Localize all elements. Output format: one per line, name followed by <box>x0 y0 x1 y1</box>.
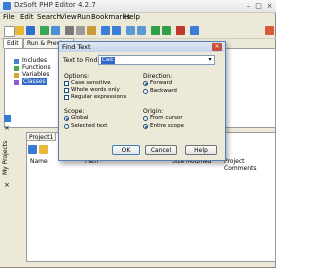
functions-icon <box>14 66 19 71</box>
menu-edit[interactable]: Edit <box>20 13 34 21</box>
undo-icon[interactable] <box>101 26 110 35</box>
backward-radio[interactable] <box>143 89 148 94</box>
stop-icon[interactable] <box>176 26 185 35</box>
menu-search[interactable]: Search <box>37 13 61 21</box>
forward-radio[interactable] <box>143 81 148 86</box>
direction-heading: Direction: <box>143 73 173 80</box>
minimize-icon[interactable]: – <box>244 2 253 10</box>
classes-icon <box>14 80 19 85</box>
close-icon[interactable]: × <box>212 43 222 51</box>
preview-icon[interactable] <box>162 26 171 35</box>
origin-heading: Origin: <box>143 108 164 115</box>
ok-button[interactable]: OK <box>112 145 140 155</box>
paste-icon[interactable] <box>87 26 96 35</box>
menu-file[interactable]: File <box>3 13 15 21</box>
dialog-title-bar: Find Text × <box>59 42 225 52</box>
includes-icon <box>14 59 19 64</box>
from-cursor-radio[interactable] <box>143 116 148 121</box>
global-label: Global <box>71 115 89 121</box>
find-input-value: Calc <box>101 57 115 64</box>
menu-help[interactable]: Help <box>124 13 140 21</box>
print-icon[interactable] <box>51 26 60 35</box>
help-icon[interactable] <box>190 26 199 35</box>
find-text-dialog: Find Text × Text to Find Calc ▾ Options:… <box>58 41 226 161</box>
cancel-button[interactable]: Cancel <box>145 145 177 155</box>
save-icon[interactable] <box>26 26 35 35</box>
tree-item-functions[interactable]: Functions <box>22 64 51 71</box>
dialog-title: Find Text <box>62 43 91 51</box>
options-icon[interactable] <box>265 26 274 35</box>
new-file-icon[interactable] <box>4 26 15 37</box>
global-radio[interactable] <box>64 116 69 121</box>
save-all-icon[interactable] <box>40 26 49 35</box>
entire-scope-label: Entire scope <box>150 123 185 129</box>
tree-item-includes[interactable]: Includes <box>22 57 47 64</box>
from-cursor-label: From cursor <box>150 115 183 121</box>
variables-icon <box>14 73 19 78</box>
cut-icon[interactable] <box>65 26 74 35</box>
scope-heading: Scope: <box>64 108 85 115</box>
project-open-icon[interactable] <box>39 145 48 154</box>
app-icon <box>3 2 11 10</box>
replace-icon[interactable] <box>137 26 146 35</box>
selected-text-label: Selected text <box>71 123 108 129</box>
tab-edit[interactable]: Edit <box>3 38 23 48</box>
chevron-down-icon[interactable]: ▾ <box>206 56 214 64</box>
options-heading: Options: <box>64 73 90 80</box>
panel-icon[interactable] <box>4 115 11 122</box>
close-icon[interactable]: × <box>265 2 274 10</box>
help-button[interactable]: Help <box>185 145 217 155</box>
case-sensitive-checkbox[interactable] <box>64 81 69 86</box>
redo-icon[interactable] <box>112 26 121 35</box>
menu-view[interactable]: View <box>60 13 77 21</box>
open-folder-icon[interactable] <box>15 26 24 35</box>
window-title: DzSoft PHP Editor 4.2.7 <box>14 1 96 9</box>
regex-checkbox[interactable] <box>64 95 69 100</box>
menu-run[interactable]: Run <box>77 13 90 21</box>
forward-label: Forward <box>150 80 173 86</box>
find-input[interactable]: Calc ▾ <box>98 55 215 65</box>
entire-scope-radio[interactable] <box>143 124 148 129</box>
close-panel-icon[interactable]: × <box>4 124 10 132</box>
regex-label: Regular expressions <box>71 94 127 100</box>
selected-text-radio[interactable] <box>64 124 69 129</box>
column-name[interactable]: Name <box>30 158 48 165</box>
run-icon[interactable] <box>151 26 160 35</box>
tree-item-classes[interactable]: Classes <box>22 78 47 85</box>
column-project-comments[interactable]: Project Comments <box>224 158 275 172</box>
tree-item-variables[interactable]: Variables <box>22 71 49 78</box>
maximize-icon[interactable]: □ <box>254 2 263 10</box>
project-tab[interactable]: Project1 <box>26 132 56 141</box>
copy-icon[interactable] <box>76 26 85 35</box>
whole-words-checkbox[interactable] <box>64 88 69 93</box>
backward-label: Backward <box>150 88 177 94</box>
whole-words-label: Whole words only <box>71 87 120 93</box>
my-projects-tab[interactable]: My Projects <box>2 135 12 175</box>
find-label: Text to Find <box>63 57 98 64</box>
find-icon[interactable] <box>126 26 135 35</box>
project-new-icon[interactable] <box>28 145 37 154</box>
case-sensitive-label: Case sensitive <box>71 80 111 86</box>
close-projects-icon[interactable]: × <box>4 181 10 189</box>
